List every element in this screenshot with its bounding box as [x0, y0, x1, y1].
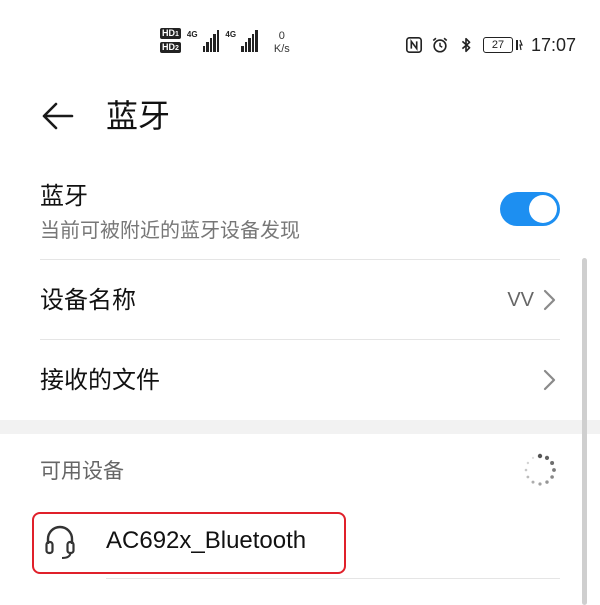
chevron-right-icon — [543, 289, 556, 311]
device-name-label: 设备名称 — [40, 286, 136, 314]
clock: 17:07 — [530, 34, 576, 55]
bluetooth-visibility-subtitle: 当前可被附近的蓝牙设备发现 — [40, 218, 300, 242]
charging-icon — [515, 39, 523, 51]
sim2-network-type: 4G — [225, 30, 237, 39]
app-header: 蓝牙 — [0, 84, 600, 148]
device-name: AC692x_Bluetooth — [106, 527, 307, 554]
bluetooth-title: 蓝牙 — [40, 182, 88, 210]
network-speed: 0 K/s — [274, 30, 290, 56]
switch-knob — [529, 195, 557, 223]
speed-value: 0 — [278, 30, 285, 42]
page-title: 蓝牙 — [106, 97, 171, 135]
bluetooth-switch[interactable] — [500, 192, 560, 226]
received-files-row[interactable]: 接收的文件 — [0, 340, 600, 420]
available-devices-label: 可用设备 — [40, 459, 124, 483]
headset-icon — [45, 525, 75, 559]
hd-indicators: HD1 HD2 — [160, 28, 181, 53]
status-right: 27 17:07 — [405, 34, 576, 56]
device-name-row[interactable]: 设备名称 VV — [0, 260, 600, 340]
sim2-signal-icon: 4G — [225, 28, 258, 52]
section-separator — [0, 420, 600, 434]
sim1-network-type: 4G — [186, 30, 198, 39]
status-left: HD1 HD2 4G 4G 0 K/s — [160, 28, 290, 64]
hd2-badge: HD2 — [160, 42, 181, 53]
nfc-icon — [405, 36, 422, 54]
received-files-label: 接收的文件 — [40, 366, 160, 394]
alarm-icon — [432, 37, 448, 53]
speed-unit: K/s — [273, 43, 290, 55]
arrow-left-icon[interactable] — [40, 98, 76, 134]
scrollbar[interactable] — [582, 258, 587, 605]
status-bar: HD1 HD2 4G 4G 0 K/s 27 17:07 — [0, 0, 600, 80]
battery-level: 27 — [482, 37, 513, 53]
device-name-value: VV — [507, 289, 534, 311]
sim1-signal-icon: 4G — [187, 28, 220, 52]
list-item[interactable]: AC692x_Bluetooth — [0, 506, 600, 578]
bluetooth-icon — [461, 37, 471, 53]
battery-icon: 27 — [482, 37, 523, 53]
available-devices-header: 可用设备 — [0, 434, 600, 506]
hd1-badge: HD1 — [160, 28, 181, 39]
loading-spinner-icon — [524, 453, 556, 486]
divider — [106, 578, 560, 579]
bluetooth-toggle-row[interactable]: 蓝牙 当前可被附近的蓝牙设备发现 — [0, 176, 600, 260]
chevron-right-icon — [543, 369, 556, 391]
